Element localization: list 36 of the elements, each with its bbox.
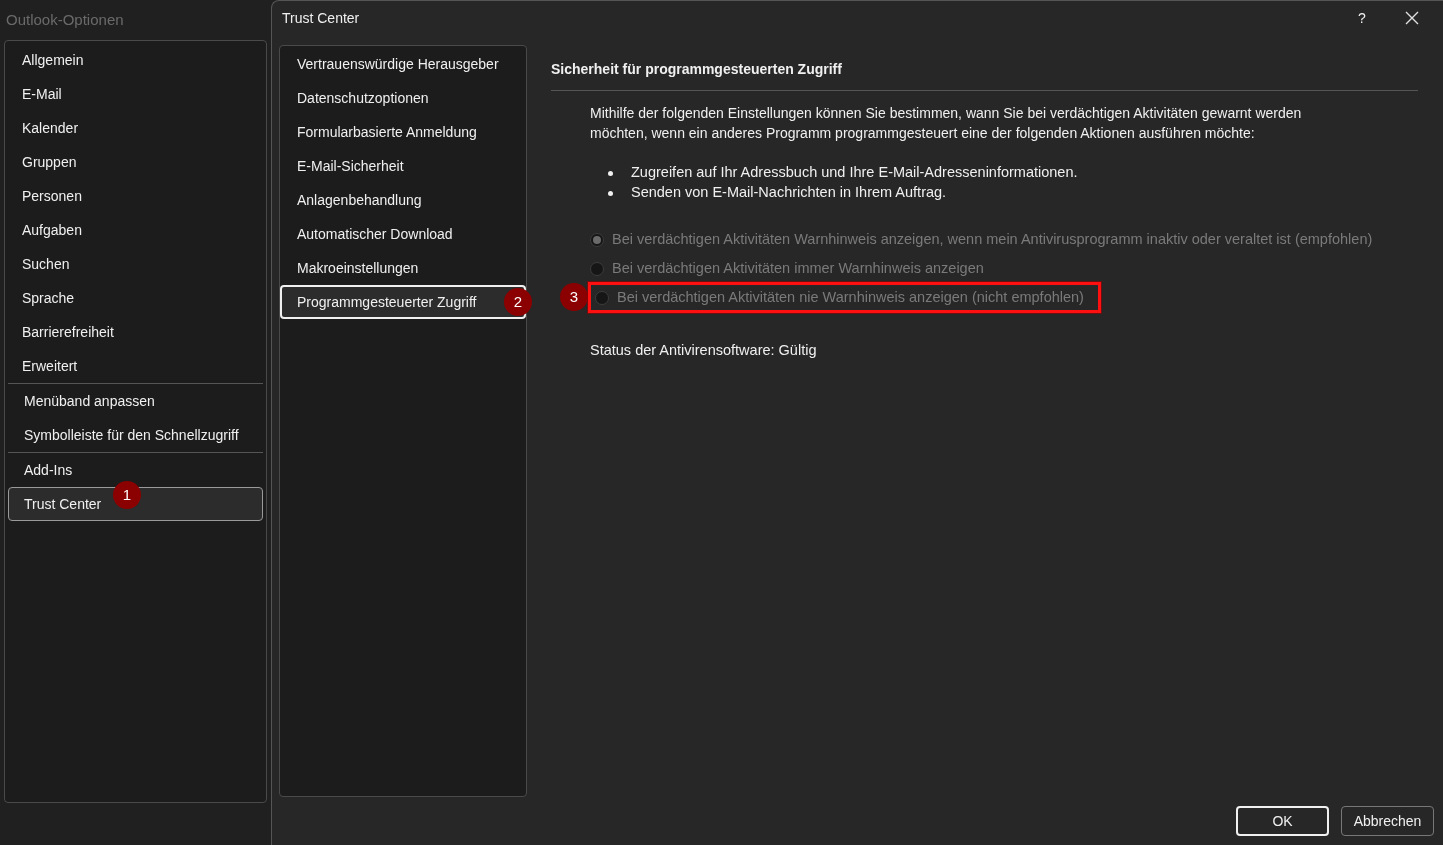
nav-item[interactable]: E-Mail-Sicherheit [280,149,526,183]
step-number-marker: 2 [504,288,532,316]
sidebar-item[interactable]: Gruppen [6,145,265,179]
antivirus-status-text: Status der Antivirensoftware: Gültig [590,342,817,358]
dialog-title: Trust Center [282,8,361,28]
dialog-button[interactable]: Abbrechen [1341,806,1434,836]
radio-label: Bei verdächtigen Aktivitäten nie Warnhinweis anzeigen (nicht empfohlen) [617,287,1084,307]
intro-paragraph: Mithilfe der folgenden Einstellungen können Sie bestimmen, wann Sie bei verdächtigen Aktivitäten gewarnt werden möchten, wenn ein anderes Programm programmgesteuert eine der folgenden Aktionen ausführen möchte: [590,104,1303,143]
nav-item[interactable]: Makroeinstellungen [280,251,526,285]
sidebar-item[interactable]: Personen [6,179,265,213]
nav-item[interactable]: Vertrauenswürdige Herausgeber [280,47,526,81]
sidebar-item[interactable]: Sprache [6,281,265,315]
sidebar-item[interactable]: Suchen [6,247,265,281]
window-title: Outlook-Optionen [6,9,124,30]
sidebar-item[interactable]: Kalender [6,111,265,145]
sidebar-item[interactable]: Erweitert [6,349,265,383]
radio-label: Bei verdächtigen Aktivitäten immer Warnhinweis anzeigen [612,258,984,278]
sidebar-item[interactable]: Barrierefreiheit [6,315,265,349]
nav-item[interactable]: Anlagenbehandlung [280,183,526,217]
bullet-text: Senden von E-Mail-Nachrichten in Ihrem Auftrag. [631,183,947,203]
nav-item[interactable]: Datenschutzoptionen [280,81,526,115]
nav-item[interactable]: Formularbasierte Anmeldung [280,115,526,149]
sidebar-item[interactable]: Aufgaben [6,213,265,247]
step-number-marker: 1 [113,481,141,509]
radio-label: Bei verdächtigen Aktivitäten Warnhinweis anzeigen, wenn mein Antivirusprogramm inaktiv oder veraltet ist (empfohlen) [612,229,1373,249]
close-icon [1405,11,1419,25]
sidebar-item[interactable]: Allgemein [6,43,265,77]
sidebar-item[interactable]: Symbolleiste für den Schnellzugriff [8,418,263,452]
dialog-button[interactable]: OK [1236,806,1329,836]
nav-item[interactable]: Automatischer Download [280,217,526,251]
bullet-text: Zugreifen auf Ihr Adressbuch und Ihre E-Mail-Adresseninformationen. [631,163,1078,183]
section-heading: Sicherheit für programmgesteuerten Zugriff [551,61,842,77]
sidebar-item[interactable]: E-Mail [6,77,265,111]
sidebar-item[interactable]: Menüband anpassen [8,384,263,418]
help-button[interactable]: ? [1347,3,1377,33]
step-number-marker: 3 [560,283,588,311]
